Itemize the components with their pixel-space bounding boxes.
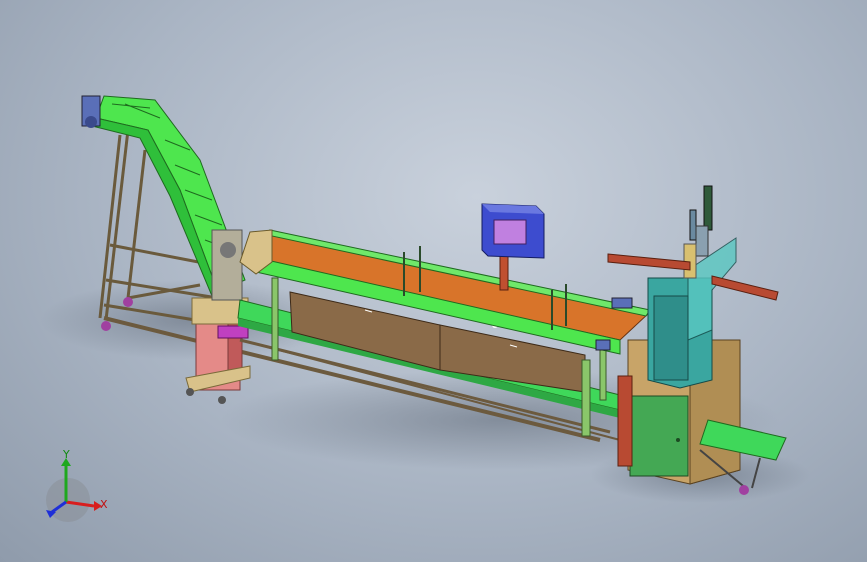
caster-wheel — [101, 321, 111, 331]
x-axis-label: X — [100, 498, 108, 511]
caster-wheel — [123, 297, 133, 307]
hmi-screen — [493, 219, 527, 245]
cad-viewport[interactable]: X Y — [0, 0, 867, 562]
bracket-arm-right — [711, 275, 779, 301]
bracket-arm-left — [607, 253, 691, 271]
caster-wheel — [186, 388, 194, 396]
caster-wheel — [218, 396, 226, 404]
packaging-unit — [607, 185, 787, 495]
machine-assembly-drawing: X Y — [40, 95, 810, 522]
cabinet-door — [629, 395, 689, 477]
y-axis-label: Y — [62, 448, 70, 461]
coordinate-triad: X Y — [46, 448, 108, 522]
caster-wheel — [739, 485, 749, 495]
